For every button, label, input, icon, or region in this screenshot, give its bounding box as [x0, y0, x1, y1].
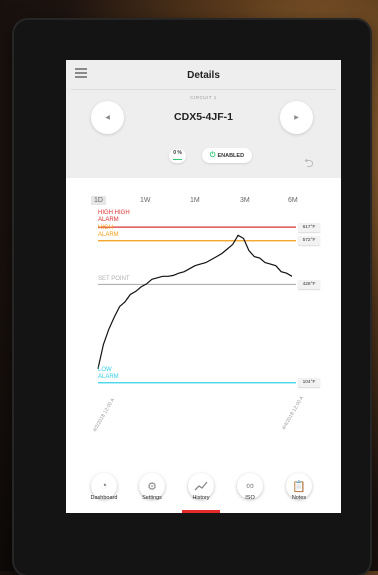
- high-alarm-value: 572°F: [298, 236, 320, 246]
- temperature-series-line: [97, 234, 293, 369]
- low-alarm-label-line1: LOW: [98, 366, 112, 373]
- nav-history-label: History: [192, 495, 210, 501]
- series-group: [97, 234, 293, 369]
- high-alarm-label-line1: HIGH: [98, 224, 113, 231]
- high-high-alarm-value: 617°F: [298, 222, 320, 232]
- nav-history[interactable]: History: [181, 473, 221, 501]
- nav-dashboard[interactable]: ◔ Dashboard: [84, 473, 124, 501]
- nav-notes-label: Notes: [291, 495, 307, 501]
- high-high-alarm-label-line2: ALARM: [98, 217, 119, 224]
- nav-notes[interactable]: 📋 Notes: [279, 473, 319, 501]
- high-alarm-label: HIGH ALARM: [98, 225, 119, 239]
- high-alarm-label-line2: ALARM: [98, 231, 119, 238]
- bottom-nav: ◔ Dashboard ⚙ Settings History ∞ ISO 📋 N…: [66, 465, 341, 513]
- nav-dashboard-label: Dashboard: [90, 495, 118, 501]
- set-point-value: 428°F: [298, 279, 320, 289]
- high-high-alarm-label-line1: HIGH HIGH: [98, 210, 130, 217]
- low-alarm-value: 104°F: [298, 378, 320, 388]
- nav-iso[interactable]: ∞ ISO: [230, 473, 270, 501]
- nav-settings[interactable]: ⚙ Settings: [132, 473, 172, 501]
- app-screen: Details CIRCUIT 1 CDX5-4JF-1 ◀ ▶ 0 % ⏻ E…: [66, 60, 341, 513]
- active-tab-indicator: [182, 510, 220, 513]
- nav-iso-label: ISO: [245, 495, 255, 501]
- high-high-alarm-label: HIGH HIGH ALARM: [98, 210, 130, 224]
- low-alarm-label-line2: ALARM: [98, 373, 119, 380]
- low-alarm-label: LOW ALARM: [98, 367, 119, 381]
- set-point-label: SET POINT: [98, 276, 130, 283]
- nav-settings-label: Settings: [142, 495, 162, 501]
